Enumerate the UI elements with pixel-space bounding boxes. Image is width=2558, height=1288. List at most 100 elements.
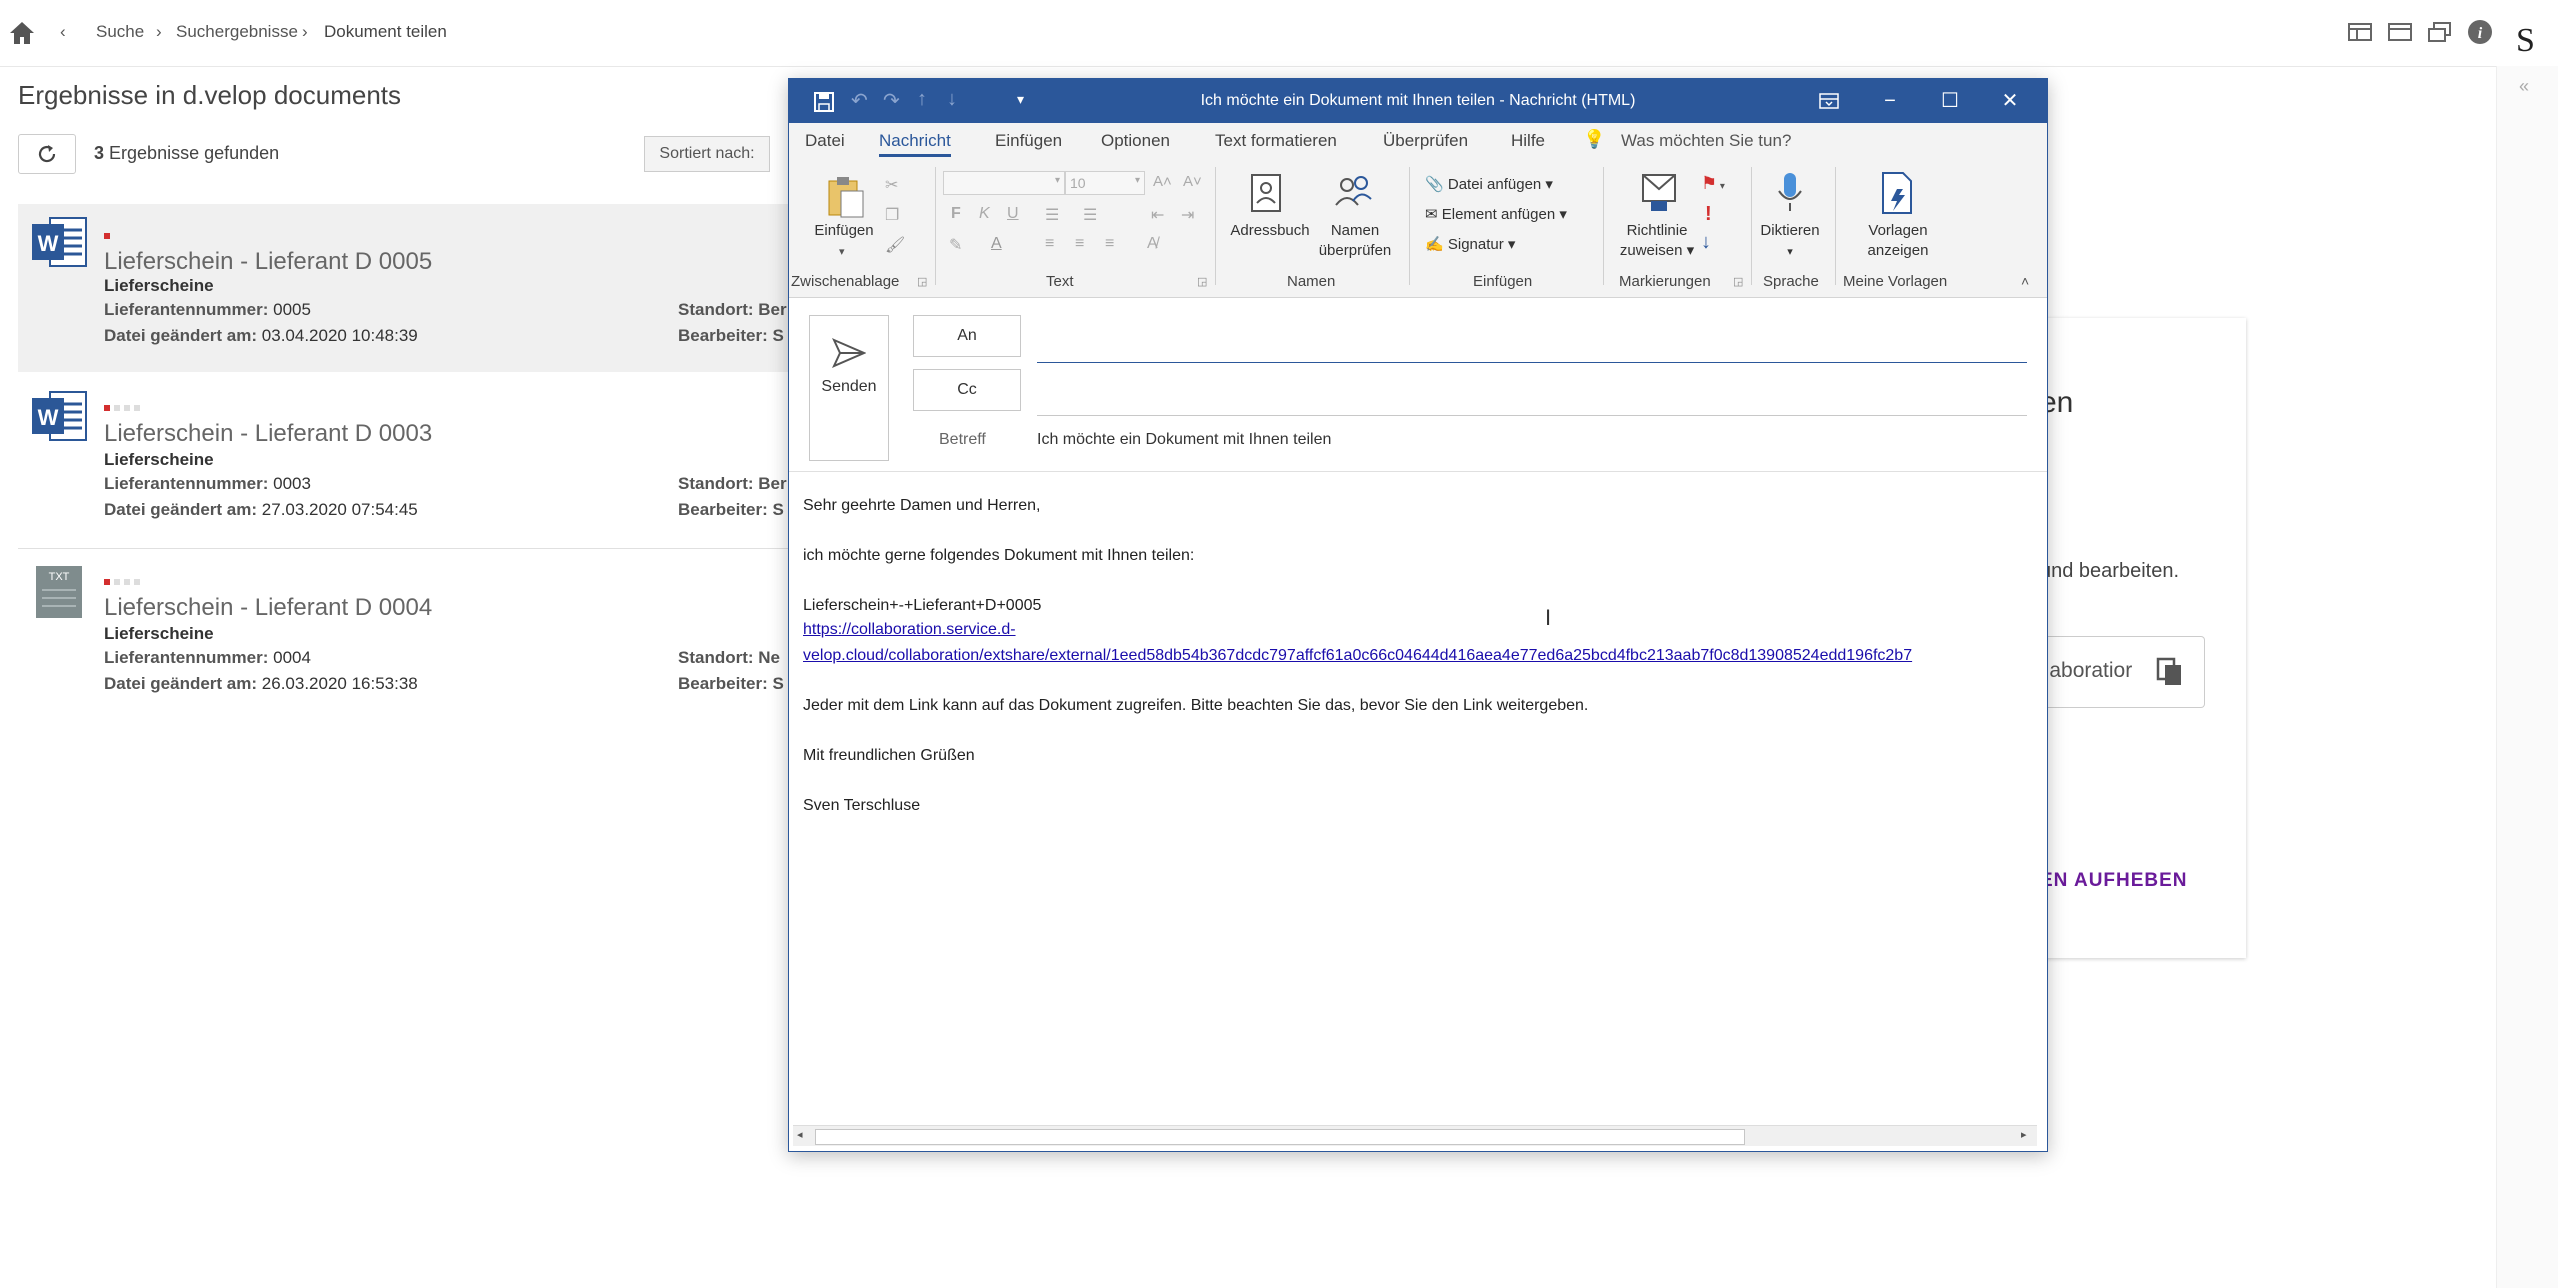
body-signature[interactable]: Sven Terschluse (803, 797, 920, 815)
cancel-share-action[interactable]: EN AUFHEBEN (2040, 870, 2188, 892)
signature-button[interactable]: ✍ Signatur ▾ (1425, 235, 1515, 253)
body-closing[interactable]: Mit freundlichen Grüßen (803, 747, 975, 765)
svg-text:TXT: TXT (49, 571, 70, 583)
copy-icon[interactable] (2156, 657, 2184, 687)
share-link[interactable]: velop.cloud/collaboration/extshare/exter… (803, 647, 2033, 665)
info-icon[interactable]: i (2466, 18, 2494, 46)
body-warning[interactable]: Jeder mit dem Link kann auf das Dokument… (803, 697, 1588, 715)
results-count-number: 3 (94, 143, 105, 163)
font-color-icon[interactable]: A (991, 235, 1002, 253)
txt-icon: TXT (36, 566, 82, 618)
clear-formatting-icon[interactable]: A̸ (1147, 235, 1158, 253)
send-button[interactable]: Senden (809, 315, 889, 461)
tab-nachricht[interactable]: Nachricht (879, 131, 951, 157)
to-button[interactable]: An (913, 315, 1021, 357)
dictate-button[interactable]: Diktieren ▾ (1753, 221, 1827, 262)
clipboard-launcher-icon[interactable]: ◲ (917, 275, 927, 288)
copy-icon[interactable]: ❐ (885, 205, 899, 225)
follow-up-flag-icon[interactable]: ⚑ ▾ (1701, 173, 1725, 194)
scrollbar-thumb[interactable] (815, 1129, 1745, 1145)
body-intro[interactable]: ich möchte gerne folgendes Dokument mit … (803, 547, 1194, 565)
body-greeting[interactable]: Sehr geehrte Damen und Herren, (803, 497, 1040, 515)
breadcrumb-item-suche[interactable]: Suche (96, 22, 144, 42)
close-button[interactable]: ✕ (1981, 79, 2039, 123)
back-chevron-icon[interactable]: ‹ (60, 22, 66, 42)
result-location: Standort: Ne (678, 648, 780, 667)
low-importance-icon[interactable]: ↓ (1701, 231, 1711, 254)
cc-button[interactable]: Cc (913, 369, 1021, 411)
tab-text-formatieren[interactable]: Text formatieren (1215, 131, 1337, 151)
paste-icon[interactable] (825, 175, 865, 219)
paste-dropdown-icon[interactable]: ▾ (839, 245, 845, 258)
layout-columns-icon[interactable] (2346, 18, 2374, 46)
ribbon-display-options-icon[interactable] (1819, 93, 1839, 109)
check-names-icon[interactable] (1333, 173, 1373, 213)
to-input[interactable] (1037, 362, 2027, 363)
scroll-left-icon[interactable]: ◂ (797, 1128, 803, 1141)
font-family-select[interactable]: ▾ (943, 171, 1065, 195)
grow-font-icon[interactable]: A˄ (1153, 173, 1172, 190)
share-link[interactable]: https://collaboration.service.d- (803, 621, 1016, 639)
tab-einfuegen[interactable]: Einfügen (995, 131, 1062, 151)
result-item[interactable]: TXT Lieferschein - Lieferant D 0004 Lief… (18, 552, 794, 720)
result-item[interactable]: W Lieferschein - Lieferant D 0005 Liefer… (18, 204, 794, 372)
italic-icon[interactable]: K (979, 205, 990, 223)
align-center-icon[interactable]: ≡ (1075, 235, 1084, 253)
templates-icon[interactable] (1879, 171, 1915, 215)
cc-input[interactable] (1037, 415, 2027, 416)
align-right-icon[interactable]: ≡ (1105, 235, 1114, 253)
result-title[interactable]: Lieferschein - Lieferant D 0003 (104, 420, 432, 448)
horizontal-scrollbar[interactable]: ◂ ▸ (793, 1125, 2037, 1146)
tab-optionen[interactable]: Optionen (1101, 131, 1170, 151)
highlight-color-icon[interactable]: ✎ (949, 235, 962, 255)
addressbook-icon[interactable] (1249, 173, 1283, 213)
tab-ueberpruefen[interactable]: Überprüfen (1383, 131, 1468, 151)
text-launcher-icon[interactable]: ◲ (1197, 275, 1207, 288)
subject-input[interactable]: Ich möchte ein Dokument mit Ihnen teilen (1037, 431, 1331, 449)
view-templates-button[interactable]: Vorlagen anzeigen (1853, 221, 1943, 261)
refresh-button[interactable] (18, 134, 76, 174)
ribbon-separator (1835, 167, 1836, 285)
cut-icon[interactable]: ✂ (885, 175, 898, 195)
result-title[interactable]: Lieferschein - Lieferant D 0004 (104, 594, 432, 622)
maximize-button[interactable]: ☐ (1921, 79, 1979, 123)
new-window-icon[interactable] (2426, 18, 2454, 46)
paste-button[interactable]: Einfügen (811, 221, 877, 241)
result-title[interactable]: Lieferschein - Lieferant D 0005 (104, 248, 432, 276)
underline-icon[interactable]: U (1007, 205, 1019, 223)
scroll-right-icon[interactable]: ▸ (2021, 1128, 2027, 1141)
sort-label: Sortiert nach: (644, 136, 770, 172)
envelope-icon: ✉ (1425, 206, 1438, 223)
align-left-icon[interactable]: ≡ (1045, 235, 1054, 253)
breadcrumb-item-suchergebnisse[interactable]: Suchergebnisse (176, 22, 298, 42)
result-item[interactable]: W Lieferschein - Lieferant D 0003 Liefer… (18, 378, 794, 546)
bold-icon[interactable]: F (951, 205, 961, 223)
collapse-chevrons-icon[interactable]: « (2519, 76, 2529, 97)
body-document-name[interactable]: Lieferschein+-+Lieferant+D+0005 (803, 597, 1041, 615)
tab-hilfe[interactable]: Hilfe (1511, 131, 1545, 151)
policy-icon[interactable] (1641, 173, 1677, 213)
attach-item-button[interactable]: ✉ Element anfügen ▾ (1425, 205, 1567, 223)
collapse-ribbon-icon[interactable]: ˄ (2021, 273, 2029, 289)
check-names-button[interactable]: Namen überprüfen (1315, 221, 1395, 261)
decrease-indent-icon[interactable]: ⇤ (1151, 205, 1164, 225)
font-size-select[interactable]: 10 ▾ (1065, 171, 1145, 195)
increase-indent-icon[interactable]: ⇥ (1181, 205, 1194, 225)
attach-file-button[interactable]: 📎 Datei anfügen ▾ (1425, 175, 1553, 193)
bullet-list-icon[interactable]: ☰ (1045, 205, 1059, 225)
layout-window-icon[interactable] (2386, 18, 2414, 46)
tags-launcher-icon[interactable]: ◲ (1733, 275, 1743, 288)
addressbook-button[interactable]: Adressbuch (1225, 221, 1315, 241)
status-dots (104, 226, 114, 244)
shrink-font-icon[interactable]: A˅ (1183, 173, 1202, 190)
numbered-list-icon[interactable]: ☰ (1083, 205, 1097, 225)
tab-datei[interactable]: Datei (805, 131, 845, 151)
tell-me-search[interactable]: Was möchten Sie tun? (1621, 131, 1791, 151)
high-importance-icon[interactable]: ! (1705, 203, 1712, 226)
minimize-button[interactable]: − (1861, 79, 1919, 123)
home-icon[interactable] (8, 20, 36, 46)
microphone-icon[interactable] (1775, 171, 1805, 215)
format-painter-icon[interactable]: 🖌 (885, 235, 905, 255)
assign-policy-button[interactable]: Richtlinie zuweisen ▾ (1611, 221, 1703, 261)
window-titlebar[interactable]: ↶ ↷ ↑ ↓ ▾ Ich möchte ein Dokument mit Ih… (789, 79, 2047, 123)
